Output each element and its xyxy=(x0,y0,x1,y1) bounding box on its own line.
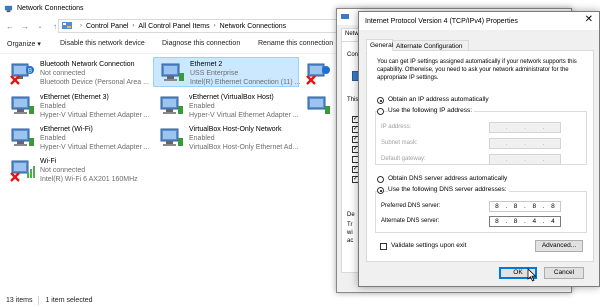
preferred-dns-label: Preferred DNS server: xyxy=(381,203,441,209)
connection-name: vEthernet (VirtualBox Host) xyxy=(189,94,274,101)
chevron-right-icon: › xyxy=(132,23,135,29)
description-text: Tr xyxy=(347,222,353,228)
ip-address-field: ... xyxy=(489,122,561,133)
ethernet-adapter-icon xyxy=(11,96,34,114)
connection-device: Bluetooth Device (Personal Area ... xyxy=(40,79,149,86)
selection-count: 1 item selected xyxy=(45,296,93,304)
connection-name: VirtualBox Host-Only Network xyxy=(189,126,282,133)
item-count: 13 items xyxy=(6,296,33,304)
connection-status: Not connected xyxy=(40,167,86,174)
validate-settings-checkbox[interactable] xyxy=(380,243,387,250)
connection-device: Intel(R) Ethernet Connection (11) ... xyxy=(190,79,301,86)
use-dns-radio[interactable] xyxy=(377,187,384,194)
dialog-title: Internet Protocol Version 4 (TCP/IPv4) P… xyxy=(365,17,518,25)
connection-vethernet-virtualbox[interactable]: vEthernet (VirtualBox Host) Enabled Hype… xyxy=(153,91,301,121)
ethernet-adapter-icon xyxy=(160,96,183,114)
use-ip-radio[interactable] xyxy=(377,108,384,115)
address-bar[interactable]: › Control Panel › All Control Panel Item… xyxy=(58,19,358,33)
bluetooth-adapter-icon: B xyxy=(10,63,34,85)
network-icon xyxy=(4,5,13,13)
obtain-ip-auto-label[interactable]: Obtain an IP address automatically xyxy=(388,96,489,103)
general-panel: You can get IP settings assigned automat… xyxy=(366,50,594,262)
connection-name: vEthernet (Wi-Fi) xyxy=(40,126,93,133)
obtain-ip-auto-radio[interactable] xyxy=(377,97,384,104)
connection-virtualbox-host-only[interactable]: VirtualBox Host-Only Network Enabled Vir… xyxy=(153,123,301,153)
organize-menu[interactable]: Organize ▾ xyxy=(7,40,41,48)
connection-status: USS Enterprise xyxy=(190,70,239,77)
connection-status: Enabled xyxy=(40,103,66,110)
chevron-right-icon: › xyxy=(80,23,82,29)
obtain-dns-auto-radio[interactable] xyxy=(377,176,384,183)
mouse-cursor-icon xyxy=(527,268,537,282)
obtain-dns-auto-label[interactable]: Obtain DNS server address automatically xyxy=(388,175,507,182)
rename-button[interactable]: Rename this connection xyxy=(258,40,333,47)
default-gateway-field: ... xyxy=(489,154,561,165)
connection-status: Not connected xyxy=(40,70,86,77)
validate-settings-label[interactable]: Validate settings upon exit xyxy=(391,242,466,249)
status-divider xyxy=(38,295,40,305)
subnet-mask-label: Subnet mask: xyxy=(381,140,418,146)
breadcrumb-network-connections[interactable]: Network Connections xyxy=(220,23,287,30)
description-label: De xyxy=(347,212,355,218)
close-icon[interactable]: ✕ xyxy=(585,14,593,25)
connection-ethernet-2[interactable]: Ethernet 2 USS Enterprise Intel(R) Ether… xyxy=(153,57,301,87)
forward-arrow-icon[interactable]: → xyxy=(19,21,31,33)
use-ip-label[interactable]: Use the following IP address: xyxy=(388,107,475,114)
connection-device: VirtualBox Host-Only Ethernet Ad... xyxy=(189,144,299,151)
window-title: Network Connections xyxy=(17,5,84,12)
bluetooth-adapter-icon xyxy=(306,63,330,85)
connection-status: Enabled xyxy=(40,135,66,142)
disable-device-button[interactable]: Disable this network device xyxy=(60,40,145,47)
connection-name: Bluetooth Network Connection xyxy=(40,61,135,68)
network-icon xyxy=(341,14,349,19)
dialog-titlebar: Internet Protocol Version 4 (TCP/IPv4) P… xyxy=(359,12,599,30)
connection-name: Wi-Fi xyxy=(40,158,57,165)
connection-vethernet-wifi[interactable]: vEthernet (Wi-Fi) Enabled Hyper-V Virtua… xyxy=(4,123,152,153)
cancel-button[interactable]: Cancel xyxy=(544,267,584,279)
control-panel-icon xyxy=(62,21,72,29)
description-text: ac xyxy=(347,238,354,244)
connection-bluetooth[interactable]: B Bluetooth Network Connection Not conne… xyxy=(4,58,152,88)
back-arrow-icon[interactable]: ← xyxy=(4,21,16,33)
tab-general[interactable]: General xyxy=(366,39,393,51)
preferred-dns-field[interactable]: 8.8.8.8 xyxy=(489,201,561,212)
diagnose-button[interactable]: Diagnose this connection xyxy=(162,40,240,47)
connection-device: Intel(R) Wi-Fi 6 AX201 160MHz xyxy=(40,176,138,183)
svg-text:B: B xyxy=(28,69,32,75)
connection-device: Hyper-V Virtual Ethernet Adapter ... xyxy=(40,144,150,151)
connection-device: Hyper-V Virtual Ethernet Adapter ... xyxy=(40,112,150,119)
ipv4-properties-dialog: Internet Protocol Version 4 (TCP/IPv4) P… xyxy=(358,11,600,287)
ethernet-adapter-icon xyxy=(11,128,34,146)
ethernet-adapter-icon xyxy=(160,128,183,146)
use-dns-label[interactable]: Use the following DNS server addresses: xyxy=(388,186,509,193)
description-text: wi xyxy=(347,230,353,236)
wifi-adapter-icon xyxy=(10,160,35,182)
connection-vethernet-ethernet-3[interactable]: vEthernet (Ethernet 3) Enabled Hyper-V V… xyxy=(4,91,152,121)
ethernet-adapter-icon xyxy=(307,96,330,114)
status-bar: 13 items 1 item selected xyxy=(0,293,600,307)
breadcrumb-control-panel[interactable]: Control Panel xyxy=(86,23,128,30)
connection-name: vEthernet (Ethernet 3) xyxy=(40,94,109,101)
connection-status: Enabled xyxy=(189,135,215,142)
alternate-dns-field[interactable]: 8.8.4.4 xyxy=(489,216,561,227)
chevron-right-icon: › xyxy=(213,23,216,29)
recent-chevron-icon[interactable]: ⌄ xyxy=(34,21,46,33)
default-gateway-label: Default gateway: xyxy=(381,156,426,162)
chevron-down-icon: ▾ xyxy=(37,41,41,48)
alternate-dns-label: Alternate DNS server: xyxy=(381,218,440,224)
ethernet-adapter-icon xyxy=(161,63,184,81)
subnet-mask-field: ... xyxy=(489,138,561,149)
connection-status: Enabled xyxy=(189,103,215,110)
connection-partial[interactable] xyxy=(300,91,336,121)
connection-partial[interactable] xyxy=(300,58,336,88)
description-text: You can get IP settings assigned automat… xyxy=(377,59,577,81)
connection-name: Ethernet 2 xyxy=(190,61,223,68)
advanced-button[interactable]: Advanced... xyxy=(535,240,583,252)
breadcrumb-all-items[interactable]: All Control Panel Items xyxy=(138,23,209,30)
items-label: This xyxy=(347,97,359,103)
ip-address-label: IP address: xyxy=(381,124,412,130)
connection-device: Hyper-V Virtual Ethernet Adapter ... xyxy=(189,112,299,119)
connection-wifi[interactable]: Wi-Fi Not connected Intel(R) Wi-Fi 6 AX2… xyxy=(4,155,152,185)
